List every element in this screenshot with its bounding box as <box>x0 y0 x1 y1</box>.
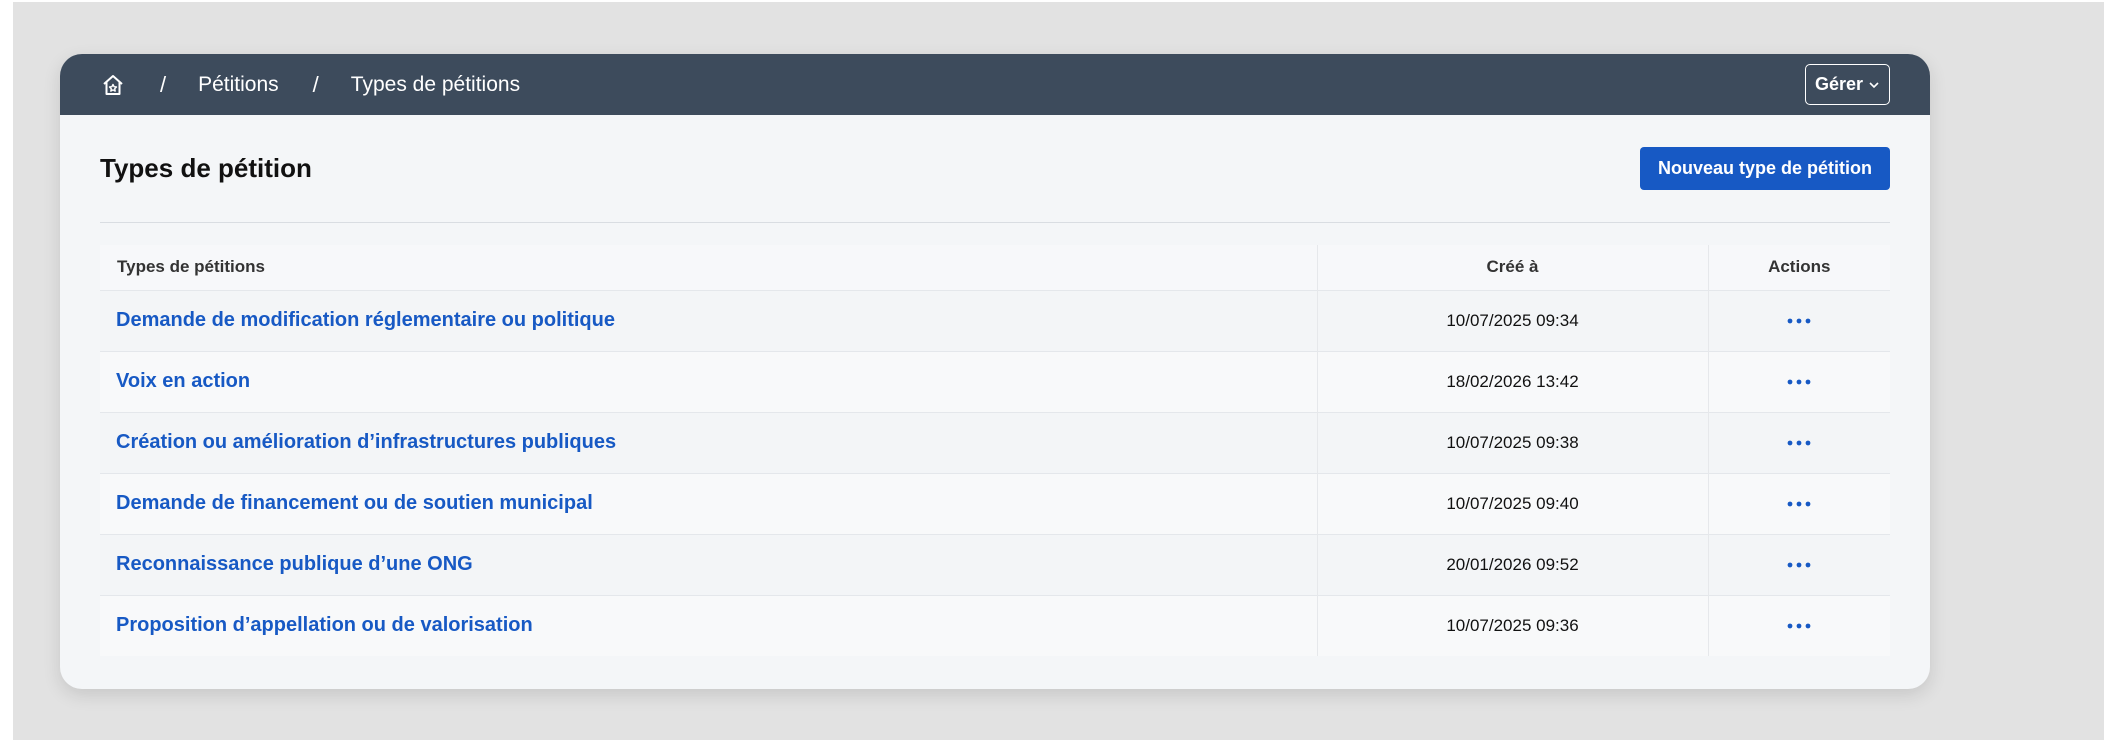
created-date: 10/07/2025 09:38 <box>1317 412 1709 473</box>
table-row: Demande de modification réglementaire ou… <box>100 290 1890 351</box>
breadcrumb-petitions[interactable]: Pétitions <box>198 73 279 97</box>
petition-types-table: Types de pétitions Créé à Actions Demand… <box>100 245 1890 656</box>
breadcrumb-separator: / <box>312 71 319 97</box>
column-header-actions: Actions <box>1708 245 1890 290</box>
row-actions-button[interactable] <box>1779 489 1819 519</box>
petition-type-link[interactable]: Proposition d’appellation ou de valorisa… <box>116 614 533 636</box>
petition-type-link[interactable]: Création ou amélioration d’infrastructur… <box>116 431 616 453</box>
table-row: Proposition d’appellation ou de valorisa… <box>100 595 1890 656</box>
row-actions-button[interactable] <box>1779 611 1819 641</box>
more-horizontal-icon <box>1787 440 1811 445</box>
petition-type-link[interactable]: Voix en action <box>116 370 250 392</box>
content-area: Types de pétition Nouveau type de pétiti… <box>60 115 1930 656</box>
table-header-row: Types de pétitions Créé à Actions <box>100 245 1890 290</box>
page-title: Types de pétition <box>100 153 312 183</box>
petition-type-link[interactable]: Reconnaissance publique d’une ONG <box>116 553 473 575</box>
top-navigation-bar: / Pétitions / Types de pétitions Gérer <box>60 54 1930 115</box>
table-row: Voix en action 18/02/2026 13:42 <box>100 351 1890 412</box>
created-date: 10/07/2025 09:36 <box>1317 595 1709 656</box>
created-date: 20/01/2026 09:52 <box>1317 534 1709 595</box>
column-header-created[interactable]: Créé à <box>1317 245 1709 290</box>
more-horizontal-icon <box>1787 318 1811 323</box>
more-horizontal-icon <box>1787 562 1811 567</box>
column-header-type[interactable]: Types de pétitions <box>100 245 1318 290</box>
manage-button[interactable]: Gérer <box>1805 64 1890 105</box>
row-actions-button[interactable] <box>1779 428 1819 458</box>
created-date: 10/07/2025 09:40 <box>1317 473 1709 534</box>
row-actions-button[interactable] <box>1779 550 1819 580</box>
manage-button-label: Gérer <box>1814 74 1864 94</box>
row-actions-button[interactable] <box>1779 367 1819 397</box>
created-date: 10/07/2025 09:34 <box>1317 290 1709 351</box>
petition-type-link[interactable]: Demande de modification réglementaire ou… <box>116 309 615 331</box>
more-horizontal-icon <box>1787 501 1811 506</box>
chevron-down-icon <box>1869 81 1879 88</box>
home-icon[interactable] <box>100 72 126 98</box>
created-date: 18/02/2026 13:42 <box>1317 351 1709 412</box>
main-card: / Pétitions / Types de pétitions Gérer T… <box>60 54 1930 689</box>
table-row: Reconnaissance publique d’une ONG 20/01/… <box>100 534 1890 595</box>
more-horizontal-icon <box>1787 379 1811 384</box>
breadcrumb-separator: / <box>160 71 167 97</box>
petition-type-link[interactable]: Demande de financement ou de soutien mun… <box>116 492 593 514</box>
page-header: Types de pétition Nouveau type de pétiti… <box>100 115 1890 223</box>
new-petition-type-button[interactable]: Nouveau type de pétition <box>1640 147 1890 190</box>
table-row: Création ou amélioration d’infrastructur… <box>100 412 1890 473</box>
breadcrumb-current: Types de pétitions <box>350 72 521 96</box>
table-row: Demande de financement ou de soutien mun… <box>100 473 1890 534</box>
more-horizontal-icon <box>1787 623 1811 629</box>
row-actions-button[interactable] <box>1779 306 1819 336</box>
